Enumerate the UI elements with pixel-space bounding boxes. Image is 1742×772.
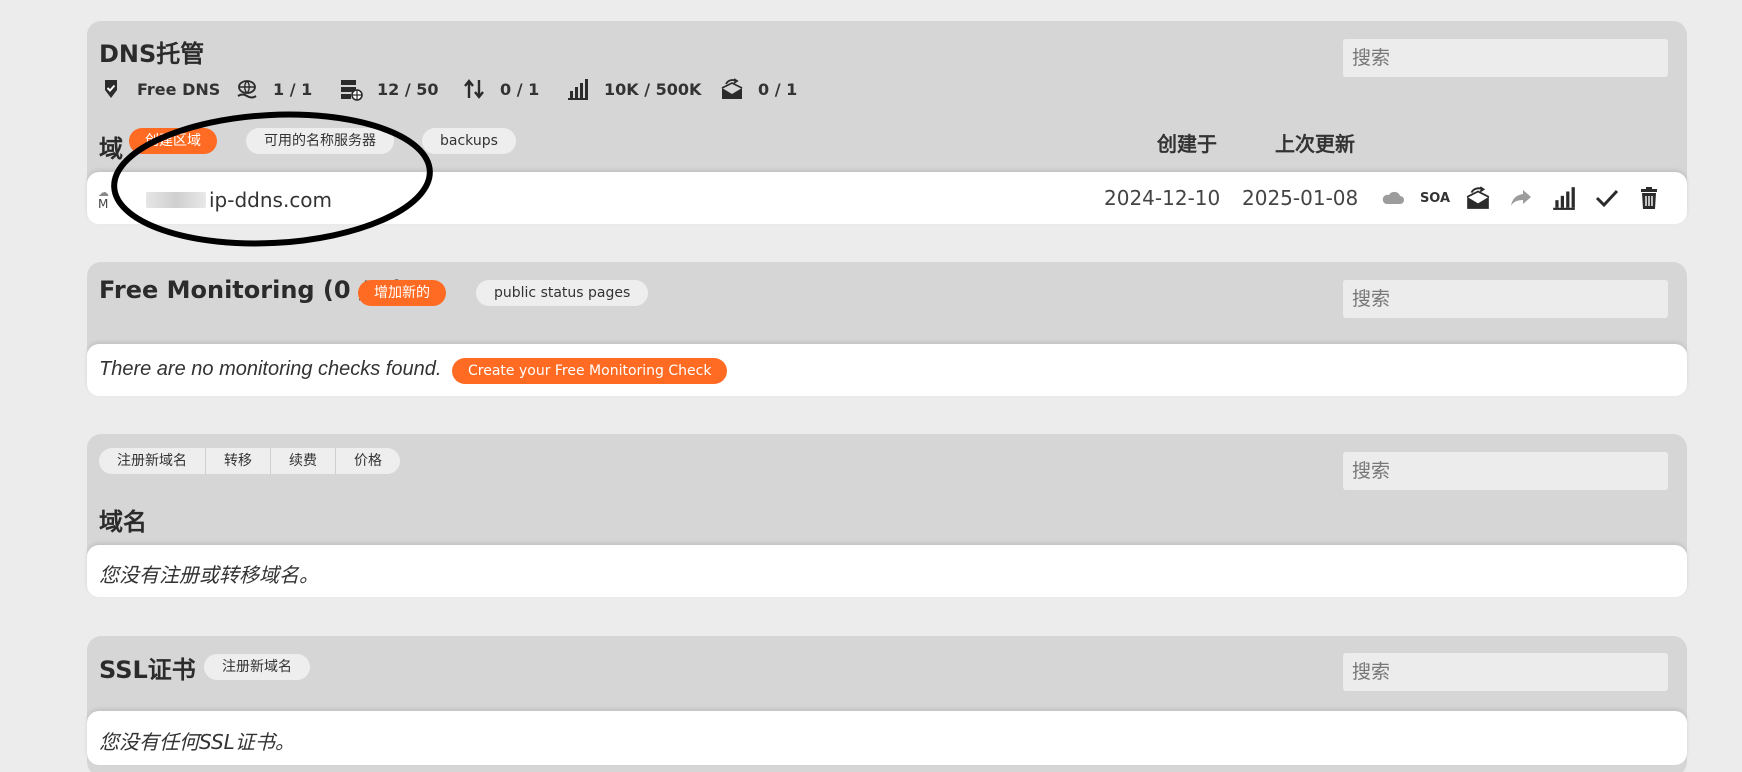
delete-button[interactable] — [1634, 184, 1664, 212]
bar-chart-icon — [1553, 187, 1575, 210]
stat-queries: 10K / 500K — [566, 77, 701, 101]
zone-created-date: 2024-12-10 — [1104, 186, 1221, 210]
add-monitoring-button[interactable]: 增加新的 — [358, 280, 446, 306]
ssl-register-button[interactable]: 注册新域名 — [204, 654, 310, 680]
soa-button[interactable]: SOA — [1420, 184, 1450, 212]
monitoring-search-input[interactable] — [1343, 280, 1668, 318]
soa-label: SOA — [1419, 190, 1451, 206]
domains-empty-row — [87, 545, 1687, 597]
stat-queries-value: 10K / 500K — [604, 79, 702, 99]
dns-hosting-title: DNS托管 — [99, 40, 205, 68]
transfer-tab[interactable]: 转移 — [206, 448, 271, 474]
transfer-arrows-icon — [464, 79, 484, 99]
mail-forward-icon — [1466, 186, 1490, 209]
monitoring-empty-message: There are no monitoring checks found. — [99, 358, 442, 380]
bar-chart-icon — [568, 79, 588, 100]
stat-plan: Free DNS — [99, 77, 220, 101]
activate-button[interactable] — [1592, 184, 1622, 212]
zone-updated-date: 2025-01-08 — [1242, 186, 1359, 210]
stat-mail-forwarding: 0 / 1 — [720, 77, 797, 101]
domains-search-input[interactable] — [1343, 452, 1668, 490]
dns-search-input[interactable] — [1343, 39, 1668, 77]
check-icon — [1595, 189, 1619, 208]
share-arrow-icon — [1511, 190, 1531, 206]
renew-tab[interactable]: 续费 — [271, 448, 336, 474]
stat-transfers-value: 0 / 1 — [500, 79, 540, 99]
ssl-search-input[interactable] — [1343, 653, 1668, 691]
domain-actions-tabs: 注册新域名 转移 续费 价格 — [99, 448, 400, 474]
cloud-button[interactable] — [1378, 184, 1408, 212]
create-monitoring-check-button[interactable]: Create your Free Monitoring Check — [452, 358, 728, 384]
stat-transfers: 0 / 1 — [462, 77, 539, 101]
ssl-title: SSL证书 — [99, 656, 196, 684]
stat-mail-value: 0 / 1 — [758, 79, 798, 99]
created-column-header: 创建于 — [1157, 132, 1217, 156]
stat-records-value: 12 / 50 — [377, 79, 439, 99]
globe-hand-icon — [237, 80, 257, 99]
statistics-button[interactable] — [1549, 184, 1579, 212]
stat-zones-value: 1 / 1 — [273, 79, 313, 99]
ssl-empty-message: 您没有任何SSL证书。 — [99, 730, 295, 754]
trash-icon — [1641, 187, 1657, 209]
domains-title: 域名 — [99, 508, 147, 536]
ssl-empty-row — [87, 711, 1687, 765]
annotation-ellipse — [111, 111, 433, 247]
updated-column-header: 上次更新 — [1275, 132, 1355, 156]
backups-button[interactable]: backups — [422, 128, 516, 154]
register-domain-tab[interactable]: 注册新域名 — [99, 448, 206, 474]
domains-empty-message: 您没有注册或转移域名。 — [99, 563, 319, 587]
server-globe-icon — [341, 80, 363, 101]
stat-plan-value: Free DNS — [137, 79, 221, 99]
tag-check-icon — [105, 80, 117, 98]
mail-forward-icon — [721, 78, 743, 99]
public-status-pages-button[interactable]: public status pages — [476, 280, 649, 306]
redirect-button[interactable] — [1506, 184, 1536, 212]
stat-zones: 1 / 1 — [235, 77, 312, 101]
pricing-tab[interactable]: 价格 — [336, 448, 400, 474]
cloud-icon — [1382, 191, 1404, 204]
mail-forward-button[interactable] — [1463, 184, 1493, 212]
stat-records: 12 / 50 — [339, 77, 439, 101]
